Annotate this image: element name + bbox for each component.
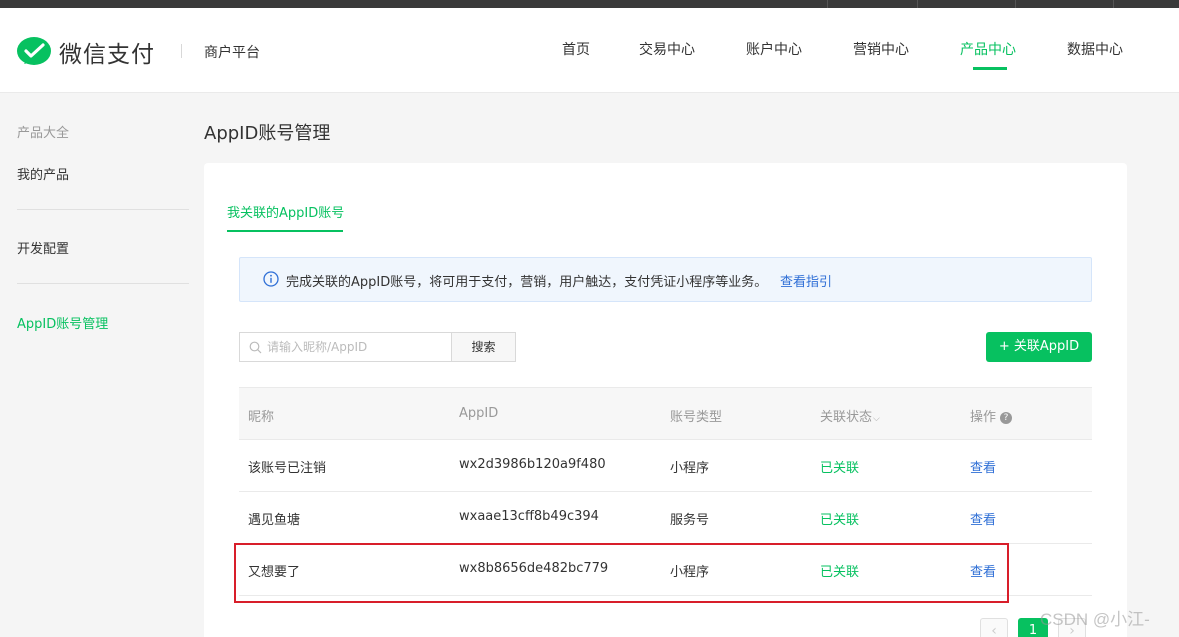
- nav-item-data[interactable]: 数据中心: [1067, 39, 1123, 59]
- sidebar-group-title: 产品大全: [17, 126, 70, 141]
- add-appid-button[interactable]: + 关联AppID: [986, 332, 1092, 362]
- page-title: AppID账号管理: [204, 123, 331, 144]
- table-header: 昵称 AppID 账号类型 关联状态⌵ 操作?: [239, 387, 1092, 440]
- cell-appid: wx2d3986b120a9f480: [459, 457, 606, 472]
- column-header-action-label: 操作: [970, 410, 997, 425]
- cell-status: 已关联: [820, 461, 860, 476]
- info-notice: 完成关联的AppID账号，将可用于支付，营销，用户触达，支付凭证小程序等业务。 …: [239, 257, 1092, 302]
- nav-item-marketing[interactable]: 营销中心: [853, 39, 909, 59]
- watermark: CSDN @小江-: [1040, 610, 1150, 629]
- browser-top-strip: [0, 0, 1179, 8]
- sidebar-item-appid-management[interactable]: AppID账号管理: [17, 313, 108, 332]
- highlight-box: [234, 543, 1009, 603]
- help-icon[interactable]: ?: [1000, 412, 1013, 424]
- view-link[interactable]: 查看: [970, 509, 996, 528]
- column-header-action: 操作?: [970, 406, 1013, 425]
- tab-my-appid[interactable]: 我关联的AppID账号: [227, 202, 344, 221]
- info-notice-text: 完成关联的AppID账号，将可用于支付，营销，用户触达，支付凭证小程序等业务。: [286, 275, 768, 290]
- column-header-nickname: 昵称: [248, 410, 275, 425]
- cell-type: 小程序: [670, 461, 710, 476]
- nav-item-account[interactable]: 账户中心: [746, 39, 802, 59]
- cell-status: 已关联: [820, 513, 860, 528]
- view-link[interactable]: 查看: [970, 457, 996, 476]
- cell-type: 服务号: [670, 513, 710, 528]
- nav-item-home[interactable]: 首页: [562, 39, 590, 59]
- table-row: 该账号已注销 wx2d3986b120a9f480 小程序 已关联 查看: [239, 440, 1092, 492]
- brand-name: 微信支付: [59, 42, 155, 68]
- brand-logo[interactable]: 微信支付: [16, 35, 155, 69]
- platform-label: 商户平台: [204, 45, 260, 61]
- sidebar-item-dev-config[interactable]: 开发配置: [17, 238, 69, 257]
- sidebar-divider: [17, 209, 189, 210]
- tab-active-underline: [227, 230, 343, 232]
- search-button[interactable]: 搜索: [451, 332, 516, 362]
- column-header-status[interactable]: 关联状态⌵: [820, 406, 880, 425]
- header-divider: [181, 44, 182, 58]
- header: 微信支付 商户平台 首页 交易中心 账户中心 营销中心 产品中心 数据中心: [0, 8, 1179, 93]
- sidebar: 产品大全 我的产品 开发配置 AppID账号管理: [0, 94, 204, 637]
- sidebar-item-my-products[interactable]: 我的产品: [17, 164, 69, 183]
- wechat-pay-logo-icon: [17, 37, 51, 65]
- column-header-status-label: 关联状态: [820, 410, 873, 425]
- sidebar-divider: [17, 283, 189, 284]
- pagination-prev-button[interactable]: ‹: [980, 618, 1008, 637]
- search-box: [239, 332, 451, 362]
- nav-active-underline: [973, 67, 1007, 70]
- info-icon: [263, 271, 279, 287]
- cell-nickname: 遇见鱼塘: [248, 513, 301, 528]
- cell-nickname: 该账号已注销: [248, 461, 327, 476]
- chevron-down-icon: ⌵: [873, 414, 880, 424]
- column-header-appid: AppID: [459, 406, 499, 421]
- cell-appid: wxaae13cff8b49c394: [459, 509, 599, 524]
- table-row: 遇见鱼塘 wxaae13cff8b49c394 服务号 已关联 查看: [239, 492, 1092, 544]
- search-input[interactable]: [267, 333, 447, 361]
- search-icon: [249, 341, 262, 354]
- nav-item-product[interactable]: 产品中心: [960, 39, 1016, 59]
- column-header-type: 账号类型: [670, 410, 723, 425]
- view-guide-link[interactable]: 查看指引: [780, 271, 832, 290]
- nav-item-trade[interactable]: 交易中心: [639, 39, 695, 59]
